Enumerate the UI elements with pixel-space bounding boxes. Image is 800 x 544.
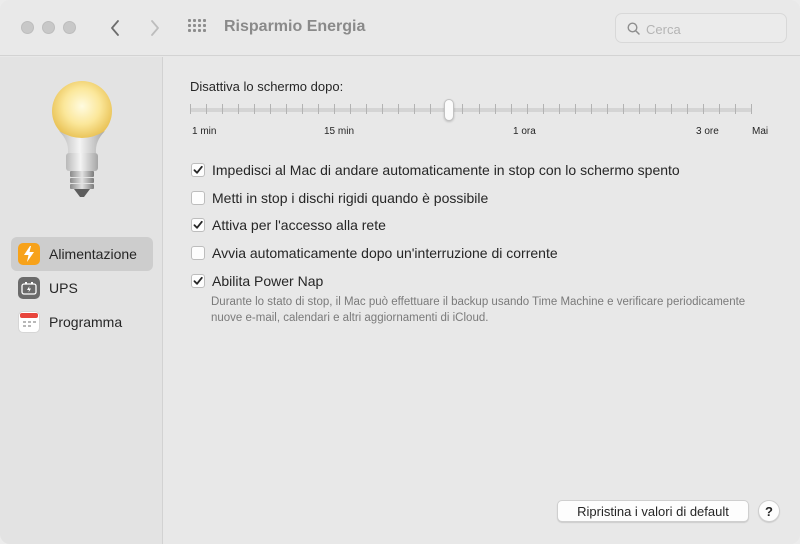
checkbox[interactable] — [191, 163, 205, 177]
slider-tick — [671, 104, 672, 114]
help-button[interactable]: ? — [758, 500, 780, 522]
search-input[interactable] — [646, 19, 781, 39]
tick-label-1-ora: 1 ora — [513, 126, 536, 137]
checkbox[interactable] — [191, 274, 205, 288]
chevron-right-icon — [151, 20, 159, 36]
system-preferences-window: Risparmio Energia Cerca Alimentazione UP… — [0, 0, 800, 544]
slider-tick — [479, 104, 480, 114]
option-auto-restart[interactable]: Avvia automaticamente dopo un'interruzio… — [191, 245, 558, 261]
tick-label-1-min: 1 min — [192, 126, 217, 137]
slider-tick — [366, 104, 367, 114]
option-power-nap[interactable]: Abilita Power Nap — [191, 273, 323, 289]
close-window-button[interactable] — [21, 21, 34, 34]
chevron-left-icon — [111, 20, 119, 36]
checkbox-label: Metti in stop i dischi rigidi quando è p… — [212, 190, 489, 206]
checkmark-icon — [193, 220, 203, 229]
back-button[interactable] — [104, 16, 126, 40]
checkmark-icon — [193, 165, 203, 174]
tick-label-mai: Mai — [752, 126, 769, 137]
checkbox-label: Attiva per l'accesso alla rete — [212, 217, 386, 233]
slider-tick — [655, 104, 656, 114]
slider-tick — [382, 104, 383, 114]
slider-knob[interactable] — [444, 99, 454, 121]
tick-label-3-ore: 3 ore — [696, 126, 719, 137]
slider-tick — [623, 104, 624, 114]
slider-tick — [511, 104, 512, 114]
slider-tick — [334, 104, 335, 114]
slider-tick — [206, 104, 207, 114]
titlebar: Risparmio Energia — [0, 0, 800, 56]
main-panel: Disattiva lo schermo dopo: 1 min 15 min … — [164, 57, 800, 544]
option-wake-network[interactable]: Attiva per l'accesso alla rete — [191, 217, 386, 233]
display-sleep-slider[interactable] — [190, 99, 752, 129]
zoom-window-button[interactable] — [63, 21, 76, 34]
slider-tick — [639, 104, 640, 114]
slider-tick — [527, 104, 528, 114]
option-prevent-sleep[interactable]: Impedisci al Mac di andare automaticamen… — [191, 162, 680, 178]
sidebar: Alimentazione UPS Programma — [0, 57, 163, 544]
ups-icon — [18, 277, 40, 299]
checkbox-label: Abilita Power Nap — [212, 273, 324, 289]
power-nap-description: Durante lo stato di stop, il Mac può eff… — [211, 296, 746, 324]
slider-tick — [591, 104, 592, 114]
checkbox[interactable] — [191, 218, 205, 232]
checkbox[interactable] — [191, 191, 205, 205]
search-field[interactable] — [615, 13, 787, 43]
search-icon — [627, 22, 640, 35]
sidebar-item-programma[interactable]: Programma — [11, 305, 153, 339]
display-sleep-label: Disattiva lo schermo dopo: — [190, 79, 344, 94]
sidebar-item-label: UPS — [49, 280, 78, 296]
slider-tick — [687, 104, 688, 114]
slider-tick — [254, 104, 255, 114]
checkmark-icon — [193, 276, 203, 285]
slider-tick — [350, 104, 351, 114]
tick-label-15-min: 15 min — [324, 126, 355, 137]
slider-tick — [238, 104, 239, 114]
sidebar-item-ups[interactable]: UPS — [11, 271, 153, 305]
slider-tick — [414, 104, 415, 114]
forward-button[interactable] — [144, 16, 166, 40]
sidebar-item-label: Alimentazione — [49, 246, 137, 262]
slider-tick — [751, 104, 752, 114]
checkbox-label: Impedisci al Mac di andare automaticamen… — [212, 162, 680, 178]
slider-tick — [190, 104, 191, 114]
slider-tick — [462, 104, 463, 114]
slider-tick — [495, 104, 496, 114]
window-title: Risparmio Energia — [224, 18, 366, 35]
minimize-window-button[interactable] — [42, 21, 55, 34]
calendar-icon — [18, 311, 40, 333]
show-all-grid-icon[interactable] — [187, 18, 207, 38]
slider-track — [190, 108, 752, 112]
slider-tick — [559, 104, 560, 114]
sidebar-item-alimentazione[interactable]: Alimentazione — [11, 237, 153, 271]
restore-defaults-button[interactable]: Ripristina i valori di default — [557, 500, 749, 522]
sidebar-item-label: Programma — [49, 314, 123, 330]
lightbulb-icon — [52, 81, 112, 197]
slider-tick — [286, 104, 287, 114]
slider-tick — [318, 104, 319, 114]
checkbox-label: Avvia automaticamente dopo un'interruzio… — [212, 245, 558, 261]
slider-tick — [575, 104, 576, 114]
slider-tick — [735, 104, 736, 114]
slider-tick — [543, 104, 544, 114]
slider-tick — [222, 104, 223, 114]
slider-tick — [703, 104, 704, 114]
option-disk-sleep[interactable]: Metti in stop i dischi rigidi quando è p… — [191, 190, 488, 206]
slider-tick — [607, 104, 608, 114]
slider-tick — [398, 104, 399, 114]
slider-tick — [719, 104, 720, 114]
checkbox[interactable] — [191, 246, 205, 260]
slider-tick — [302, 104, 303, 114]
slider-tick — [270, 104, 271, 114]
lightning-icon — [18, 243, 40, 265]
slider-tick — [430, 104, 431, 114]
